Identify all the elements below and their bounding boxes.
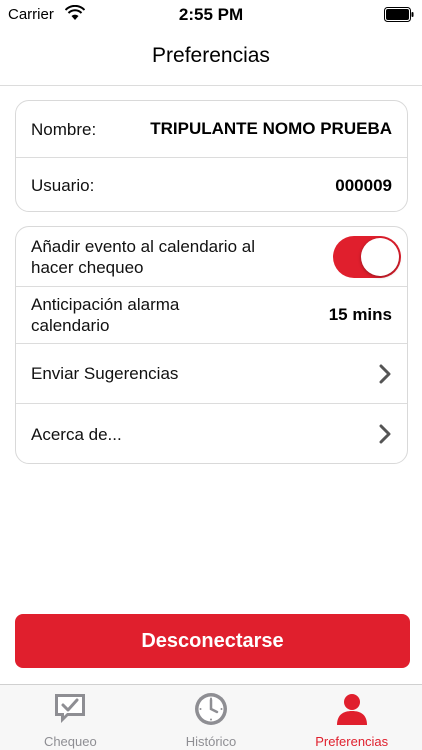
chevron-right-icon xyxy=(379,364,391,383)
suggestions-label: Enviar Sugerencias xyxy=(31,364,179,383)
person-icon xyxy=(336,694,367,725)
tab-chequeo[interactable]: Chequeo xyxy=(0,685,141,750)
calendar-event-toggle[interactable] xyxy=(333,235,401,278)
tab-preferencias[interactable]: Preferencias xyxy=(281,685,422,750)
settings-card: Añadir evento al calendario al hacer che… xyxy=(15,226,408,464)
battery-icon xyxy=(384,7,414,22)
clock-icon xyxy=(195,693,227,725)
user-value: 000009 xyxy=(335,175,392,195)
profile-card: Nombre: TRIPULANTE NOMO PRUEBA Usuario: … xyxy=(15,100,408,212)
user-label: Usuario: xyxy=(31,176,95,195)
about-row[interactable]: Acerca de... xyxy=(16,404,407,464)
tab-historico[interactable]: Histórico xyxy=(141,685,282,750)
chevron-right-icon xyxy=(379,424,391,444)
tab-bar: Chequeo Histórico Preferencias xyxy=(0,684,422,750)
suggestions-row[interactable]: Enviar Sugerencias xyxy=(16,344,407,403)
alarm-value: 15 mins xyxy=(328,305,392,324)
logout-button[interactable]: Desconectarse xyxy=(15,614,410,668)
tab-label: Chequeo xyxy=(43,734,97,749)
tab-label: Preferencias xyxy=(315,734,389,749)
name-row: Nombre: TRIPULANTE NOMO PRUEBA xyxy=(16,101,407,157)
toggle-knob xyxy=(361,237,399,276)
name-value: TRIPULANTE NOMO PRUEBA xyxy=(150,119,392,138)
status-time: 2:55 PM xyxy=(178,5,244,24)
about-label: Acerca de... xyxy=(31,424,122,444)
alarm-label: Anticipación alarma calendario xyxy=(31,295,180,335)
page-title: Preferencias xyxy=(152,44,270,67)
user-row: Usuario: 000009 xyxy=(16,158,407,213)
navigation-bar: Preferencias xyxy=(0,30,422,86)
chat-check-icon xyxy=(55,694,86,723)
calendar-event-row: Añadir evento al calendario al hacer che… xyxy=(16,227,407,286)
status-bar: Carrier 2:55 PM xyxy=(0,0,422,30)
alarm-row[interactable]: Anticipación alarma calendario 15 mins xyxy=(16,287,407,343)
calendar-event-label: Añadir evento al calendario al hacer che… xyxy=(31,236,255,277)
tab-label: Histórico xyxy=(185,734,237,749)
name-label: Nombre: xyxy=(31,119,97,139)
